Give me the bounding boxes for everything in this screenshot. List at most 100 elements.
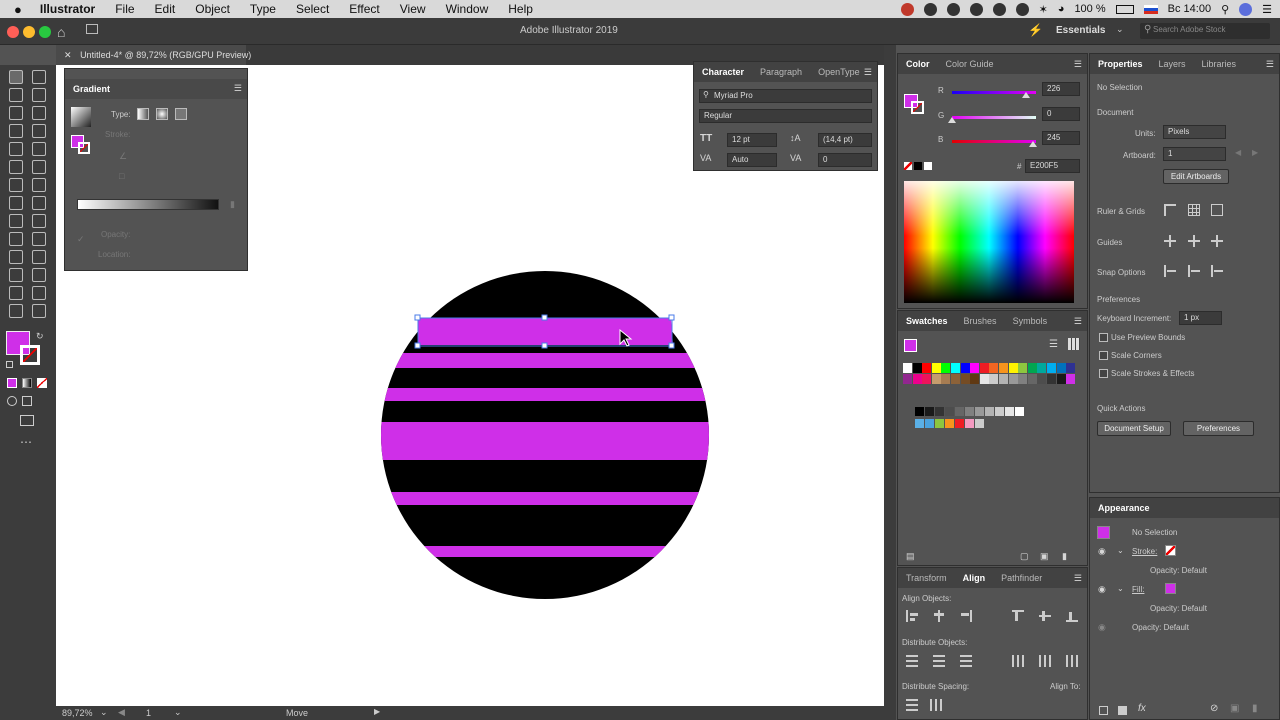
white-color-swatch[interactable]: [924, 162, 932, 170]
shaper-tool-icon[interactable]: [9, 160, 23, 174]
panel-menu-icon[interactable]: ☰: [1074, 316, 1082, 327]
color-swatch[interactable]: [1066, 374, 1076, 384]
distribute-spacing-v-icon[interactable]: [906, 699, 918, 711]
artboard-number[interactable]: 1: [146, 708, 151, 718]
color-swatch[interactable]: [960, 374, 970, 384]
spotlight-search-icon[interactable]: ⚲: [1221, 3, 1229, 16]
gradient-tool-icon[interactable]: [32, 232, 46, 246]
snap-to-point-icon[interactable]: [1164, 265, 1176, 277]
color-swatch[interactable]: [989, 374, 999, 384]
free-transform-tool-icon[interactable]: [32, 196, 46, 210]
close-x-status-icon[interactable]: [1015, 2, 1029, 16]
color-group-swatch[interactable]: [935, 419, 944, 428]
fill-expand-icon[interactable]: ⌄: [1117, 584, 1124, 593]
tab-brushes[interactable]: Brushes: [956, 316, 1005, 326]
grid-icon[interactable]: [1188, 204, 1200, 216]
menu-file[interactable]: File: [105, 2, 144, 16]
kerning-field[interactable]: Auto: [727, 153, 777, 167]
none-color-swatch[interactable]: [904, 162, 912, 170]
next-artboard-icon[interactable]: ▶: [1252, 148, 1258, 157]
distribute-center-v-icon[interactable]: [933, 655, 945, 667]
grey-swatch[interactable]: [955, 407, 964, 416]
panel-menu-icon[interactable]: ☰: [1074, 573, 1082, 584]
lightbulb-icon[interactable]: ⚡: [1028, 23, 1043, 37]
grey-swatch[interactable]: [975, 407, 984, 416]
color-swatch[interactable]: [1008, 374, 1018, 384]
close-tab-icon[interactable]: ✕: [64, 50, 72, 60]
rotate-tool-icon[interactable]: [9, 178, 23, 192]
leading-field[interactable]: (14,4 pt): [818, 133, 872, 147]
color-swatch[interactable]: [1018, 363, 1028, 373]
edit-artboards-button[interactable]: Edit Artboards: [1163, 169, 1229, 184]
artboard-dropdown[interactable]: 1: [1163, 147, 1226, 161]
grey-swatch[interactable]: [915, 407, 924, 416]
menu-select[interactable]: Select: [286, 2, 339, 16]
align-center-h-icon[interactable]: [933, 610, 945, 622]
delete-swatch-icon[interactable]: ▮: [1062, 551, 1067, 562]
color-swatch[interactable]: [1066, 363, 1076, 373]
draw-behind-icon[interactable]: [22, 396, 32, 406]
font-family-field[interactable]: Myriad Pro: [699, 89, 872, 103]
color-swatch[interactable]: [1037, 374, 1047, 384]
color-spectrum[interactable]: [904, 181, 1074, 303]
swap-fill-stroke-icon[interactable]: ↻: [36, 331, 44, 342]
align-right-icon[interactable]: [960, 610, 972, 622]
ruler-icon[interactable]: [1164, 204, 1176, 216]
battery-icon[interactable]: [1115, 4, 1134, 14]
color-group-swatch[interactable]: [975, 419, 984, 428]
tab-color-guide[interactable]: Color Guide: [938, 59, 1002, 69]
red-value-field[interactable]: 226: [1042, 82, 1080, 96]
stroke-expand-icon[interactable]: ⌄: [1117, 546, 1124, 555]
blue-slider[interactable]: [952, 140, 1037, 147]
align-bottom-icon[interactable]: [1066, 610, 1078, 622]
font-size-field[interactable]: 12 pt: [727, 133, 777, 147]
timer-status-icon[interactable]: [992, 2, 1006, 16]
color-swatch[interactable]: [951, 374, 960, 384]
tab-layers[interactable]: Layers: [1151, 59, 1194, 69]
menu-effect[interactable]: Effect: [339, 2, 389, 16]
notification-center-icon[interactable]: ☰: [1262, 3, 1272, 16]
mesh-tool-icon[interactable]: [9, 232, 23, 246]
gradient-slider[interactable]: [77, 199, 219, 210]
slice-tool-icon[interactable]: [32, 286, 46, 300]
color-group-swatch[interactable]: [955, 419, 964, 428]
align-center-v-icon[interactable]: [1039, 610, 1051, 622]
fill-visibility-icon[interactable]: ◉: [1098, 584, 1106, 595]
cloud-status-icon[interactable]: [946, 2, 960, 16]
distribute-spacing-h-icon[interactable]: [930, 699, 942, 711]
grey-swatch[interactable]: [995, 407, 1004, 416]
clear-appearance-icon[interactable]: ⊘: [1210, 703, 1218, 714]
color-swatch[interactable]: [922, 374, 932, 384]
color-swatch[interactable]: [941, 363, 951, 373]
grey-swatch[interactable]: [935, 407, 944, 416]
use-preview-bounds-checkbox[interactable]: [1099, 333, 1108, 342]
grey-swatch[interactable]: [925, 407, 934, 416]
add-new-stroke-icon[interactable]: [1099, 706, 1108, 715]
new-color-group-icon[interactable]: ▢: [1020, 551, 1029, 562]
stroke-none-icon[interactable]: [1165, 545, 1176, 556]
freeform-gradient-icon[interactable]: [175, 108, 187, 120]
eraser-tool-icon[interactable]: [32, 160, 46, 174]
siri-icon[interactable]: [1239, 2, 1253, 16]
color-swatch[interactable]: [1047, 374, 1056, 384]
fill-opacity-label[interactable]: Opacity: Default: [1150, 604, 1207, 613]
tab-properties[interactable]: Properties: [1090, 59, 1151, 69]
gradient-panel-title[interactable]: Gradient: [65, 84, 118, 94]
color-group-swatch[interactable]: [945, 419, 954, 428]
color-swatch[interactable]: [1037, 363, 1047, 373]
overall-opacity-label[interactable]: Opacity: Default: [1132, 623, 1189, 632]
grey-swatch[interactable]: [1015, 407, 1024, 416]
tab-transform[interactable]: Transform: [898, 573, 955, 583]
font-style-field[interactable]: Regular: [699, 109, 872, 123]
align-top-icon[interactable]: [1012, 610, 1024, 622]
snap-to-grid-icon[interactable]: [1188, 265, 1200, 277]
scale-corners-checkbox[interactable]: [1099, 351, 1108, 360]
appearance-panel-title[interactable]: Appearance: [1090, 503, 1158, 513]
add-new-fill-icon[interactable]: [1118, 706, 1127, 715]
color-group-swatch[interactable]: [925, 419, 934, 428]
language-flag-icon[interactable]: [1143, 4, 1158, 14]
duplicate-item-icon[interactable]: ▣: [1230, 703, 1239, 714]
color-swatch[interactable]: [1018, 374, 1028, 384]
menu-window[interactable]: Window: [436, 2, 499, 16]
add-effect-icon[interactable]: fx: [1138, 703, 1146, 714]
